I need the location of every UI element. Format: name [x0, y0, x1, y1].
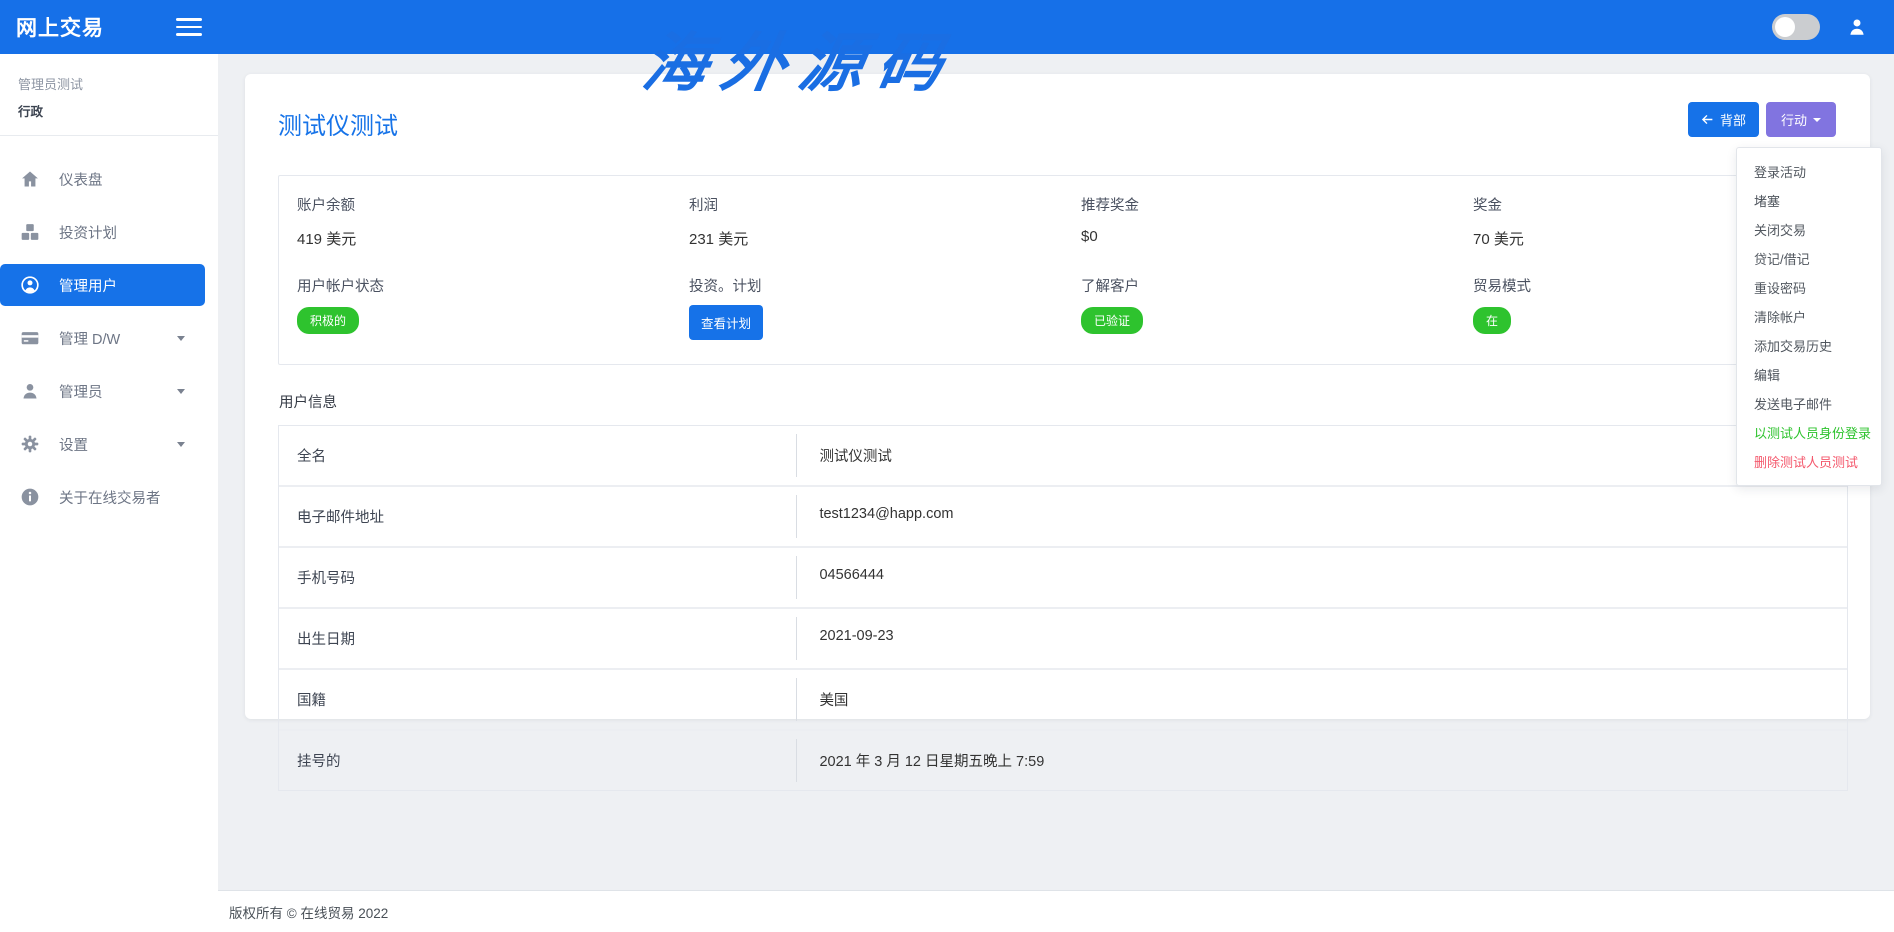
menu-item-add-trade-history[interactable]: 添加交易历史 — [1737, 331, 1881, 360]
trade-mode-badge: 在 — [1473, 307, 1511, 334]
footer: 版权所有 © 在线贸易 2022 — [218, 890, 1894, 932]
table-row-full-name: 全名 测试仪测试 — [279, 426, 1847, 487]
menu-item-credit-debit[interactable]: 贷记/借记 — [1737, 244, 1881, 273]
info-circle-icon — [20, 487, 40, 507]
main-content: 测试仪测试 背部 行动 账户余额 419 美元 — [218, 54, 1894, 932]
user-info-section-title: 用户信息 — [279, 391, 1848, 412]
profile-icon[interactable] — [1846, 16, 1868, 38]
menu-item-send-email[interactable]: 发送电子邮件 — [1737, 389, 1881, 418]
sidebar-item-investment-plans[interactable]: 投资计划 — [0, 211, 205, 253]
menu-item-login-as-user[interactable]: 以测试人员身份登录 — [1737, 418, 1881, 447]
person-icon — [20, 381, 40, 401]
menu-item-edit[interactable]: 编辑 — [1737, 360, 1881, 389]
menu-item-delete-user[interactable]: 删除测试人员测试 — [1737, 447, 1881, 476]
stat-profit: 利润 231 美元 — [671, 194, 1063, 249]
table-row-email: 电子邮件地址 test1234@happ.com — [279, 487, 1847, 548]
stat-kyc: 了解客户 已验证 — [1063, 275, 1455, 340]
theme-toggle-switch[interactable] — [1772, 14, 1820, 40]
toggle-knob — [1775, 17, 1795, 37]
chevron-down-icon — [177, 389, 185, 394]
sidebar-divider — [0, 135, 218, 136]
sidebar: 管理员测试 行政 仪表盘 投资计划 管理用户 — [0, 54, 218, 932]
menu-item-login-activity[interactable]: 登录活动 — [1737, 157, 1881, 186]
user-info-table: 全名 测试仪测试 电子邮件地址 test1234@happ.com 手机号码 0… — [278, 425, 1848, 791]
actions-dropdown-menu: 登录活动 堵塞 关闭交易 贷记/借记 重设密码 清除帐户 添加交易历史 编辑 发… — [1736, 147, 1882, 486]
menu-item-block[interactable]: 堵塞 — [1737, 186, 1881, 215]
view-plan-button[interactable]: 查看计划 — [689, 305, 763, 340]
credit-card-icon — [20, 328, 40, 348]
stat-account-balance: 账户余额 419 美元 — [279, 194, 671, 249]
sidebar-user-role: 行政 — [18, 101, 200, 120]
top-navbar: 网上交易 — [0, 0, 1894, 54]
sidebar-item-about[interactable]: 关于在线交易者 — [0, 476, 205, 518]
user-detail-card: 测试仪测试 背部 行动 账户余额 419 美元 — [245, 74, 1870, 719]
status-badge: 积极的 — [297, 307, 359, 334]
sidebar-item-label: 管理员 — [59, 381, 103, 402]
sidebar-item-label: 关于在线交易者 — [59, 487, 161, 508]
stat-investment-plan: 投资。计划 查看计划 — [671, 275, 1063, 340]
account-stats-box: 账户余额 419 美元 利润 231 美元 推荐奖金 $0 奖金 70 美元 用… — [278, 175, 1848, 365]
sidebar-item-manage-users[interactable]: 管理用户 — [0, 264, 205, 306]
menu-item-clear-account[interactable]: 清除帐户 — [1737, 302, 1881, 331]
chevron-down-icon — [177, 336, 185, 341]
copyright-text: 版权所有 © 在线贸易 2022 — [229, 902, 388, 922]
table-row-nationality: 国籍 美国 — [279, 670, 1847, 731]
menu-item-reset-password[interactable]: 重设密码 — [1737, 273, 1881, 302]
hamburger-menu-icon[interactable] — [176, 18, 202, 36]
sidebar-user-block: 管理员测试 行政 — [0, 54, 218, 120]
sidebar-item-dashboard[interactable]: 仪表盘 — [0, 158, 205, 200]
topbar-right-group — [1772, 14, 1894, 40]
page-title: 测试仪测试 — [278, 106, 1848, 141]
sidebar-item-settings[interactable]: 设置 — [0, 423, 205, 465]
brand-title: 网上交易 — [0, 12, 176, 42]
actions-button[interactable]: 行动 — [1766, 102, 1836, 137]
kyc-badge: 已验证 — [1081, 307, 1143, 334]
sidebar-item-label: 管理用户 — [59, 275, 117, 296]
table-row-birth-date: 出生日期 2021-09-23 — [279, 609, 1847, 670]
stat-referral-bonus: 推荐奖金 $0 — [1063, 194, 1455, 249]
table-row-phone: 手机号码 04566444 — [279, 548, 1847, 609]
sidebar-item-label: 管理 D/W — [59, 328, 120, 349]
back-button[interactable]: 背部 — [1688, 102, 1759, 137]
back-button-label: 背部 — [1720, 110, 1746, 129]
user-circle-icon — [20, 275, 40, 295]
sidebar-item-manage-dw[interactable]: 管理 D/W — [0, 317, 205, 359]
gear-icon — [20, 434, 40, 454]
table-row-registered: 挂号的 2021 年 3 月 12 日星期五晚上 7:59 — [279, 731, 1847, 791]
actions-button-label: 行动 — [1781, 110, 1807, 129]
menu-item-close-trade[interactable]: 关闭交易 — [1737, 215, 1881, 244]
sidebar-item-label: 投资计划 — [59, 222, 117, 243]
stat-account-status: 用户帐户状态 积极的 — [279, 275, 671, 340]
admin-app: 网上交易 海外源码 管理员测试 行政 仪表盘 — [0, 0, 1894, 932]
sidebar-item-admins[interactable]: 管理员 — [0, 370, 205, 412]
caret-down-icon — [1813, 118, 1821, 122]
card-actions: 背部 行动 — [1688, 102, 1836, 137]
sidebar-item-label: 仪表盘 — [59, 169, 103, 190]
chevron-down-icon — [177, 442, 185, 447]
arrow-left-icon — [1701, 113, 1714, 126]
sidebar-item-label: 设置 — [59, 434, 88, 455]
home-icon — [20, 169, 40, 189]
sidebar-user-name: 管理员测试 — [18, 74, 200, 93]
cubes-icon — [20, 222, 40, 242]
